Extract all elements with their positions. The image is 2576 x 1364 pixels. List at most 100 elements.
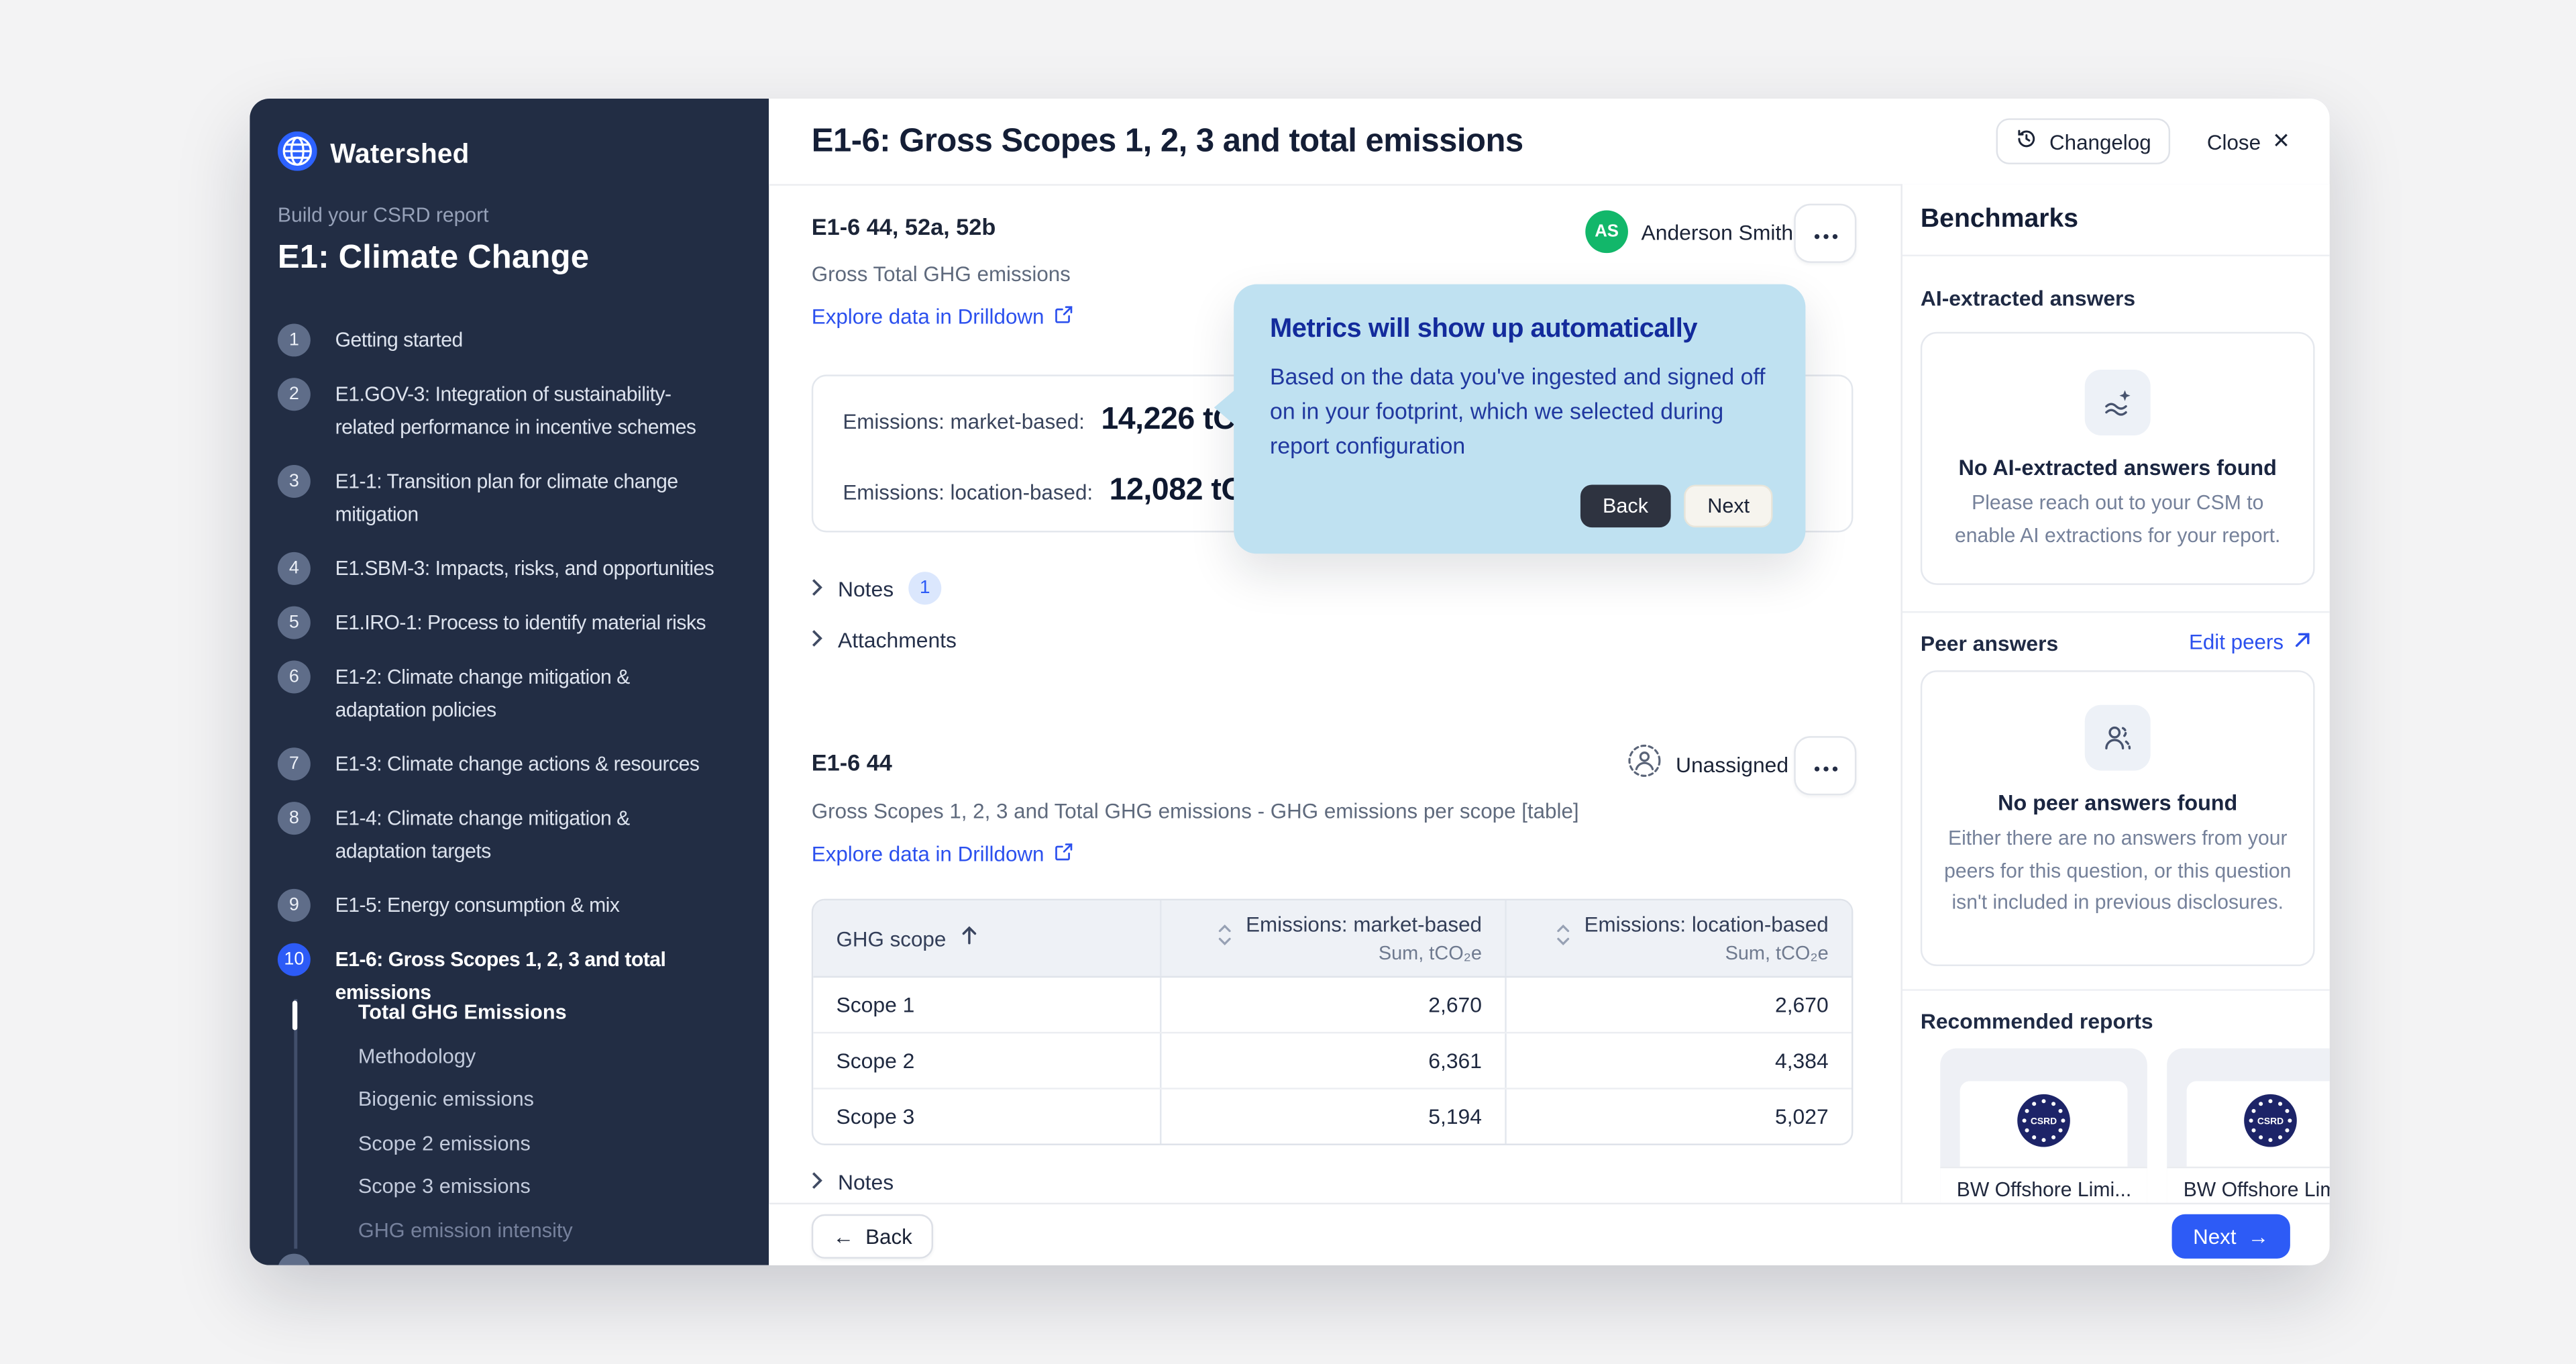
sort-ascending-icon <box>961 923 977 953</box>
tooltip-next-button[interactable]: Next <box>1684 484 1773 527</box>
benchmarks-title: Benchmarks <box>1921 205 2078 235</box>
sidebar-item-getting-started[interactable]: 1 Getting started <box>278 323 714 356</box>
emissions-table: GHG scope Emissions: market-based Sum, t… <box>812 899 1854 1145</box>
subnav-item-intensity[interactable]: GHG emission intensity <box>358 1215 720 1247</box>
sidebar-item-e1-3[interactable]: 7 E1-3: Climate change actions & resourc… <box>278 747 714 780</box>
sidebar-item-e1gov3[interactable]: 2 E1.GOV-3: Integration of sustainabilit… <box>278 378 714 443</box>
page-title: E1-6: Gross Scopes 1, 2, 3 and total emi… <box>812 123 1523 161</box>
sidebar-item-e1-5[interactable]: 9 E1-5: Energy consumption & mix <box>278 889 714 922</box>
ai-empty-card: No AI-extracted answers found Please rea… <box>1921 332 2315 585</box>
brand-name: Watershed <box>330 140 469 171</box>
question-code: E1-6 44, 52a, 52b <box>812 213 996 240</box>
metric-location-based: Emissions: location-based: 12,082 tCO₂e <box>843 473 1298 509</box>
sidebar-heading: E1: Climate Change <box>278 240 589 278</box>
drilldown-link[interactable]: Explore data in Drilldown <box>812 304 1072 329</box>
report-preview: CSRD <box>1960 1081 2128 1166</box>
report-name: BW Offshore Limi... <box>1940 1167 2147 1203</box>
sidebar-subnav: Total GHG Emissions Methodology Biogenic… <box>358 998 720 1259</box>
chevron-right-icon <box>812 628 823 653</box>
notes-count-badge: 1 <box>908 572 941 605</box>
subnav-rail <box>294 999 297 1249</box>
table-row: Scope 3 5,194 5,027 <box>813 1090 1851 1144</box>
history-icon <box>2017 128 2038 154</box>
peer-answers-label: Peer answers <box>1921 631 2058 655</box>
subnav-item-total-ghg[interactable]: Total GHG Emissions <box>358 998 720 1030</box>
notes-toggle[interactable]: Notes 1 <box>812 572 941 605</box>
next-step-peek <box>278 1254 311 1265</box>
sort-updown-icon <box>1218 923 1232 954</box>
sidebar-item-e1-4[interactable]: 8 E1-4: Climate change mitigation & adap… <box>278 802 714 868</box>
table-header: GHG scope Emissions: market-based Sum, t… <box>813 900 1851 978</box>
ai-sparkle-waves-icon <box>2085 370 2151 435</box>
divider <box>1902 255 2330 256</box>
table-row: Scope 1 2,670 2,670 <box>813 978 1851 1033</box>
sidebar-item-e1-2[interactable]: 6 E1-2: Climate change mitigation & adap… <box>278 660 714 726</box>
attachments-toggle[interactable]: Attachments <box>812 628 957 653</box>
more-actions-button-2[interactable] <box>1794 736 1856 795</box>
more-actions-button[interactable] <box>1794 204 1856 263</box>
benchmarks-panel: Benchmarks AI-extracted answers No AI-ex… <box>1900 184 2329 1202</box>
divider <box>1902 989 2330 990</box>
step-number: 1 <box>278 323 311 356</box>
sidebar-item-e1iro1[interactable]: 5 E1.IRO-1: Process to identify material… <box>278 607 714 639</box>
sidebar-item-e1-1[interactable]: 3 E1-1: Transition plan for climate chan… <box>278 465 714 531</box>
footer-bar: ← Back Next → <box>769 1203 2330 1265</box>
watershed-logo-icon <box>278 132 317 179</box>
step-number: 7 <box>278 747 311 780</box>
column-header-location-based[interactable]: Emissions: location-based Sum, tCO₂e <box>1505 900 1851 976</box>
page: Watershed Build your CSRD report E1: Cli… <box>0 0 2576 1364</box>
tooltip-back-button[interactable]: Back <box>1580 484 1672 527</box>
close-icon: ✕ <box>2272 128 2290 154</box>
svg-text:CSRD: CSRD <box>2257 1114 2284 1125</box>
sidebar: Watershed Build your CSRD report E1: Cli… <box>250 99 769 1265</box>
changelog-button[interactable]: Changelog <box>1997 118 2171 164</box>
step-number: 8 <box>278 802 311 835</box>
header-actions: Changelog Close ✕ <box>1997 99 2290 184</box>
next-button[interactable]: Next → <box>2171 1214 2290 1259</box>
subnav-item-biogenic[interactable]: Biogenic emissions <box>358 1084 720 1116</box>
peers-icon <box>2085 705 2151 771</box>
subnav-item-methodology[interactable]: Methodology <box>358 1041 720 1073</box>
column-header-ghg-scope[interactable]: GHG scope <box>813 900 1160 976</box>
question-subtitle-2: Gross Scopes 1, 2, 3 and Total GHG emiss… <box>812 798 1579 823</box>
step-number: 2 <box>278 378 311 411</box>
sidebar-item-e1sbm3[interactable]: 4 E1.SBM-3: Impacts, risks, and opportun… <box>278 552 714 585</box>
peer-empty-card: No peer answers found Either there are n… <box>1921 670 2315 966</box>
subnav-active-indicator <box>292 1000 297 1030</box>
external-link-icon <box>1054 841 1072 866</box>
subnav-item-scope3[interactable]: Scope 3 emissions <box>358 1171 720 1204</box>
notes-toggle-2[interactable]: Notes <box>812 1170 894 1195</box>
sidebar-nav: 1 Getting started 2 E1.GOV-3: Integratio… <box>278 323 714 1030</box>
column-header-market-based[interactable]: Emissions: market-based Sum, tCO₂e <box>1160 900 1505 976</box>
external-link-icon <box>1054 304 1072 329</box>
tour-tooltip: Metrics will show up automatically Based… <box>1234 284 1805 554</box>
step-number: 9 <box>278 889 311 922</box>
edit-peers-link[interactable]: Edit peers <box>2189 629 2312 654</box>
svg-text:CSRD: CSRD <box>2031 1114 2057 1125</box>
brand: Watershed <box>278 132 470 179</box>
arrow-up-right-icon <box>2294 629 2312 654</box>
divider <box>1902 611 2330 613</box>
subnav-item-scope2[interactable]: Scope 2 emissions <box>358 1128 720 1160</box>
csrd-badge-icon: CSRD <box>2016 1092 2072 1156</box>
step-number: 4 <box>278 552 311 585</box>
unassigned-person-icon <box>1626 743 1662 787</box>
assignee-dropdown[interactable]: AS Anderson Smith <box>1585 210 1823 253</box>
ai-answers-label: AI-extracted answers <box>1921 286 2135 311</box>
drilldown-link-2[interactable]: Explore data in Drilldown <box>812 841 1072 866</box>
step-number: 3 <box>278 465 311 498</box>
report-card[interactable]: CSRD BW Offshore Lim <box>2167 1048 2329 1202</box>
unassigned-dropdown[interactable]: Unassigned <box>1626 743 1818 787</box>
step-number: 6 <box>278 660 311 693</box>
question-subtitle: Gross Total GHG emissions <box>812 261 1071 286</box>
chevron-right-icon <box>812 1170 823 1195</box>
tooltip-title: Metrics will show up automatically <box>1270 314 1772 346</box>
chevron-right-icon <box>812 576 823 600</box>
step-number: 10 <box>278 943 311 976</box>
ellipsis-icon <box>1813 751 1837 780</box>
step-number: 5 <box>278 607 311 639</box>
report-card[interactable]: CSRD BW Offshore Limi... <box>1940 1048 2147 1202</box>
app-window: Watershed Build your CSRD report E1: Cli… <box>250 99 2329 1265</box>
back-button[interactable]: ← Back <box>812 1214 934 1259</box>
close-button[interactable]: Close ✕ <box>2207 128 2290 154</box>
